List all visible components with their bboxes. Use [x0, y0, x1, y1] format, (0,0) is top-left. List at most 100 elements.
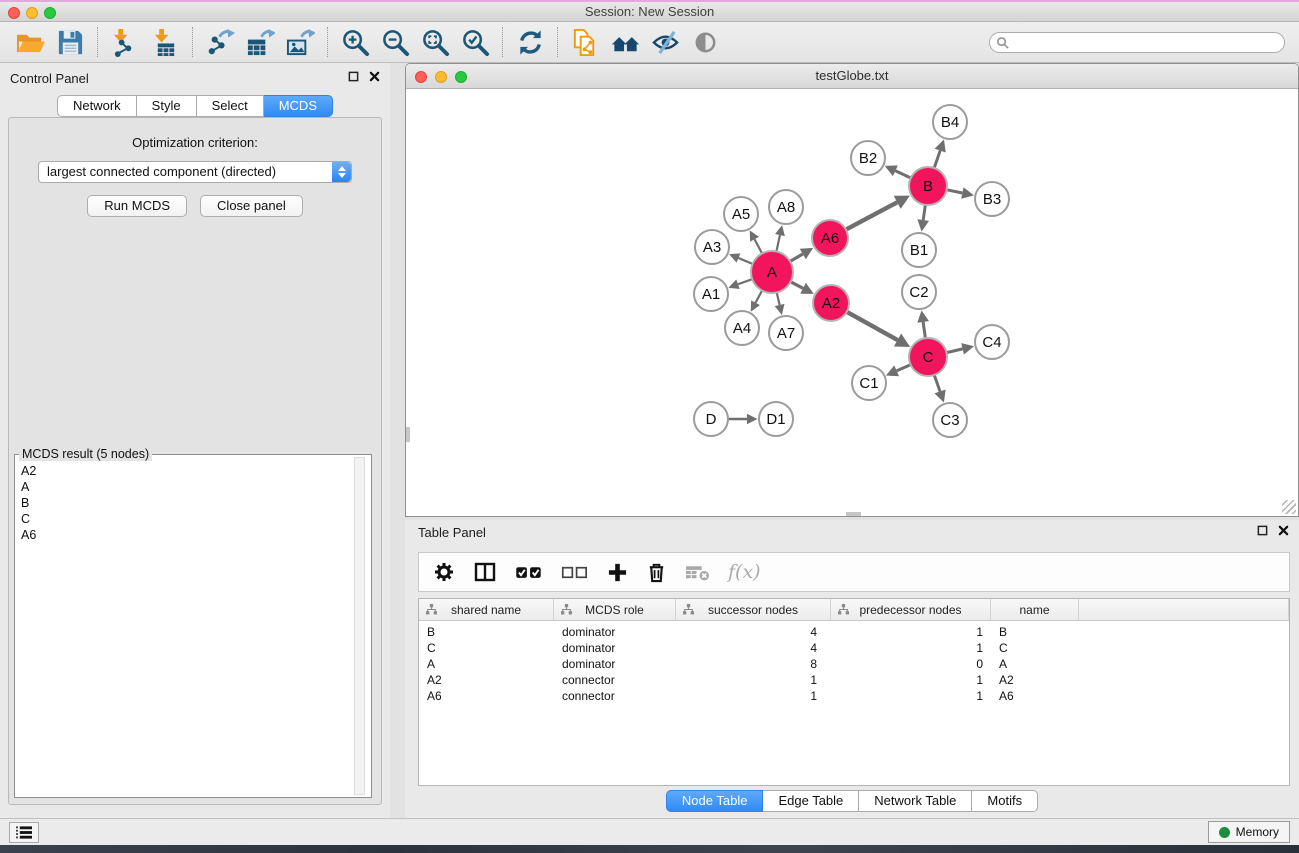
graph-node-label: A8: [777, 199, 795, 216]
column-header-mcds-role[interactable]: MCDS role: [554, 599, 676, 621]
mcds-result-item[interactable]: B: [21, 495, 365, 511]
tab-node-table[interactable]: Node Table: [666, 790, 764, 812]
column-header-name[interactable]: name: [991, 599, 1079, 621]
mcds-result-item[interactable]: A: [21, 479, 365, 495]
table-row[interactable]: A2connector11A2: [419, 672, 1289, 688]
window-resize-grip[interactable]: [1282, 500, 1296, 514]
column-header-shared-name[interactable]: shared name: [419, 599, 554, 621]
graph-edge-A-A2[interactable]: [790, 281, 803, 288]
hide-details-eye-slash-icon[interactable]: [645, 25, 685, 59]
graph-edge-A-A4[interactable]: [756, 290, 763, 303]
float-panel-icon[interactable]: [348, 71, 359, 82]
zoom-selected-icon[interactable]: [455, 25, 495, 59]
graph-arrowhead: [961, 187, 974, 199]
zoom-fit-icon[interactable]: [415, 25, 455, 59]
network-close-button[interactable]: [415, 71, 427, 83]
close-table-panel-icon[interactable]: [1278, 525, 1289, 536]
table-row[interactable]: Bdominator41B: [419, 624, 1289, 640]
refresh-layout-icon[interactable]: [510, 25, 550, 59]
network-view-window: testGlobe.txt AA1A2A3A4A5A6A7A8BB1B2B3B4…: [405, 63, 1299, 517]
column-header-successor-nodes[interactable]: successor nodes: [676, 599, 831, 621]
graph-edge-C-C4[interactable]: [946, 349, 963, 353]
apply-function-icon[interactable]: f(x): [728, 561, 761, 583]
delete-table-icon[interactable]: [685, 563, 710, 582]
zoom-in-icon[interactable]: [335, 25, 375, 59]
criterion-value: largest connected component (directed): [47, 164, 276, 179]
graph-edge-C-C1[interactable]: [897, 364, 912, 371]
graph-edge-B-B2[interactable]: [895, 171, 911, 179]
tab-network-table[interactable]: Network Table: [859, 790, 972, 812]
split-panel-icon[interactable]: [473, 561, 497, 583]
graph-edge-A-A7[interactable]: [776, 291, 779, 305]
graph-arrowhead: [917, 310, 929, 322]
task-history-button[interactable]: [9, 822, 39, 843]
network-canvas[interactable]: AA1A2A3A4A5A6A7A8BB1B2B3B4CC1C2C3C4DD1: [406, 89, 1298, 516]
tab-network[interactable]: Network: [57, 95, 137, 117]
export-image-icon[interactable]: [280, 25, 320, 59]
tab-motifs[interactable]: Motifs: [972, 790, 1038, 812]
graph-edge-A-A8[interactable]: [776, 235, 780, 252]
graph-edge-C-C2[interactable]: [923, 322, 925, 339]
close-panel-icon[interactable]: [369, 71, 380, 82]
run-mcds-button[interactable]: Run MCDS: [87, 195, 187, 217]
tab-edge-table[interactable]: Edge Table: [763, 790, 859, 812]
delete-column-trash-icon[interactable]: [646, 561, 667, 583]
tab-style[interactable]: Style: [137, 95, 197, 117]
close-window-button[interactable]: [8, 7, 20, 19]
graph-edge-C-C3[interactable]: [934, 374, 940, 391]
float-table-panel-icon[interactable]: [1257, 525, 1268, 536]
graph-edge-A6-B[interactable]: [845, 202, 897, 230]
result-scrollbar[interactable]: [354, 457, 365, 795]
add-column-plus-icon[interactable]: [607, 562, 628, 583]
minimize-window-button[interactable]: [26, 7, 38, 19]
mcds-result-item[interactable]: C: [21, 511, 365, 527]
graph-node-label: C2: [909, 284, 928, 301]
network-zoom-button[interactable]: [455, 71, 467, 83]
select-all-columns-icon[interactable]: [515, 564, 543, 581]
import-network-icon[interactable]: [105, 25, 145, 59]
horizontal-scroll-nub[interactable]: [846, 512, 861, 516]
mcds-result-item[interactable]: A6: [21, 527, 365, 543]
zoom-out-icon[interactable]: [375, 25, 415, 59]
unselect-all-columns-icon[interactable]: [561, 564, 589, 581]
criterion-dropdown[interactable]: largest connected component (directed): [38, 161, 352, 183]
table-row[interactable]: Adominator80A: [419, 656, 1289, 672]
mcds-result-item[interactable]: A2: [21, 463, 365, 479]
tab-select[interactable]: Select: [197, 95, 264, 117]
control-panel: Control Panel Network Style Select MCDS …: [0, 63, 390, 818]
open-session-icon[interactable]: [10, 25, 50, 59]
toggle-visibility-eye-icon[interactable]: [685, 25, 725, 59]
table-row[interactable]: Cdominator41C: [419, 640, 1289, 656]
save-session-icon[interactable]: [50, 25, 90, 59]
graph-edge-A2-C[interactable]: [846, 311, 898, 340]
table-settings-gear-icon[interactable]: [433, 561, 455, 583]
export-table-icon[interactable]: [240, 25, 280, 59]
vertical-scroll-nub[interactable]: [406, 427, 410, 442]
table-header-row: shared name MCDS role successor nodes pr…: [419, 599, 1289, 621]
graph-edge-A-A5[interactable]: [755, 239, 763, 254]
column-header-predecessor-nodes[interactable]: predecessor nodes: [831, 599, 991, 621]
graph-node-label: D: [706, 411, 717, 428]
graph-edge-A-A6[interactable]: [789, 254, 803, 262]
memory-button[interactable]: Memory: [1208, 821, 1290, 843]
graph-node-label: A5: [732, 206, 750, 223]
network-window-titlebar[interactable]: testGlobe.txt: [406, 64, 1298, 89]
graph-edge-A-A1[interactable]: [738, 279, 753, 284]
show-all-networks-icon[interactable]: [605, 25, 645, 59]
clone-network-icon[interactable]: [565, 25, 605, 59]
close-panel-button[interactable]: Close panel: [200, 195, 303, 217]
search-input[interactable]: [1009, 35, 1278, 49]
graph-edge-A-A3[interactable]: [738, 258, 753, 264]
table-row[interactable]: A6connector11A6: [419, 688, 1289, 704]
search-field[interactable]: [989, 32, 1285, 53]
graph-edge-B-B3[interactable]: [946, 190, 963, 193]
tab-mcds[interactable]: MCDS: [264, 95, 333, 117]
network-minimize-button[interactable]: [435, 71, 447, 83]
graph-node-label: A4: [733, 320, 751, 337]
graph-edge-B-B4[interactable]: [934, 151, 940, 169]
network-graph[interactable]: AA1A2A3A4A5A6A7A8BB1B2B3B4CC1C2C3C4DD1: [406, 89, 1298, 516]
graph-edge-B-B1[interactable]: [923, 204, 925, 220]
zoom-window-button[interactable]: [44, 7, 56, 19]
import-table-icon[interactable]: [145, 25, 185, 59]
export-network-icon[interactable]: [200, 25, 240, 59]
